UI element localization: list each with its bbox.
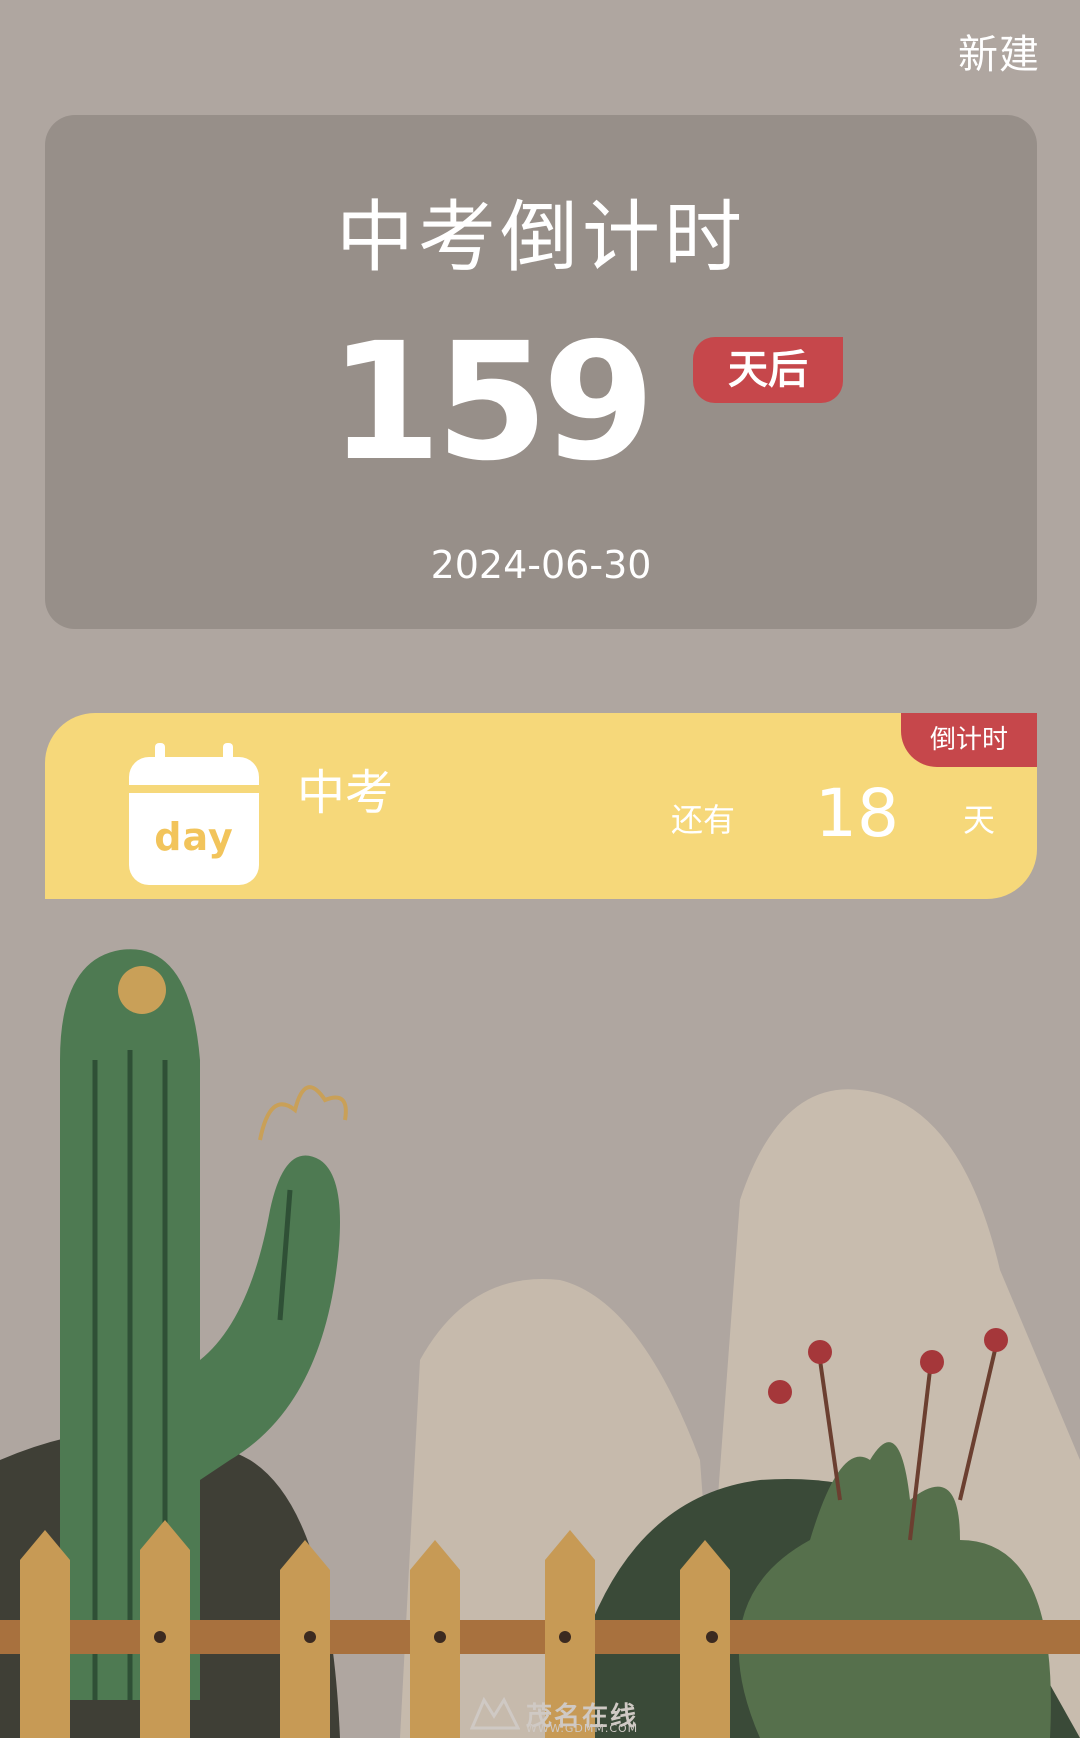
calendar-ring-right [223,743,233,773]
countdown-days: 159 [0,322,1035,484]
watermark-subtext: WWW.GDMM.COM [526,1722,639,1735]
calendar-ring-left [155,743,165,773]
countdown-days-number: 159 [328,309,655,497]
calendar-day-icon: day [129,743,259,885]
event-type-tag: 倒计时 [901,713,1037,767]
calendar-icon-text: day [154,815,234,859]
calendar-band [129,785,259,793]
new-button[interactable]: 新建 [958,22,1040,80]
target-date: 2024-06-30 [430,543,652,587]
countdown-title: 中考倒计时 [335,193,746,283]
cactus-landscape-illustration [0,949,1080,1738]
watermark-logo-icon [469,1696,521,1730]
event-days-unit: 天 [963,801,996,839]
site-watermark: 茂名在线 WWW.GDMM.COM [469,1696,660,1735]
event-title: 中考 [297,765,394,821]
event-list-item[interactable]: day 中考 还有 18 天 倒计时 [45,713,1037,899]
event-days-count: 18 [815,775,899,852]
event-remaining-label: 还有 [671,801,736,839]
